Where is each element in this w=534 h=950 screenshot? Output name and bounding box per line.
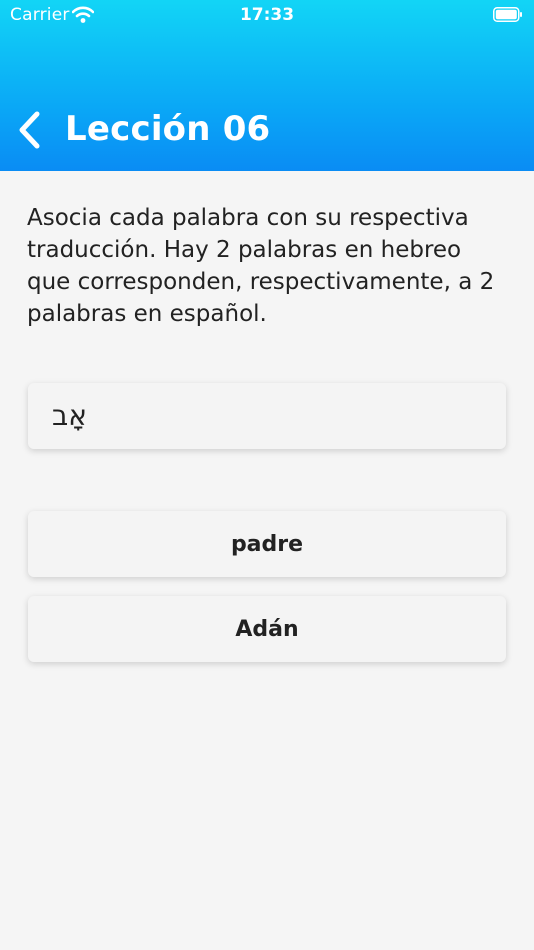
page-title: Lección 06 bbox=[65, 109, 271, 149]
status-time: 17:33 bbox=[239, 5, 295, 25]
navigation-header: Carrier 17:33 Lección 06 bbox=[0, 0, 534, 171]
hebrew-word: אָב bbox=[52, 399, 87, 432]
battery-icon bbox=[493, 7, 522, 22]
instructions-text: Asocia cada palabra con su respectiva tr… bbox=[27, 205, 495, 327]
answer-option-padre[interactable]: padre bbox=[28, 511, 506, 577]
status-bar: Carrier 17:33 bbox=[0, 0, 534, 32]
answer-option-adan[interactable]: Adán bbox=[28, 596, 506, 662]
chevron-left-icon bbox=[19, 111, 40, 149]
hebrew-word-card[interactable]: אָב bbox=[28, 383, 506, 449]
back-button[interactable] bbox=[12, 108, 46, 152]
